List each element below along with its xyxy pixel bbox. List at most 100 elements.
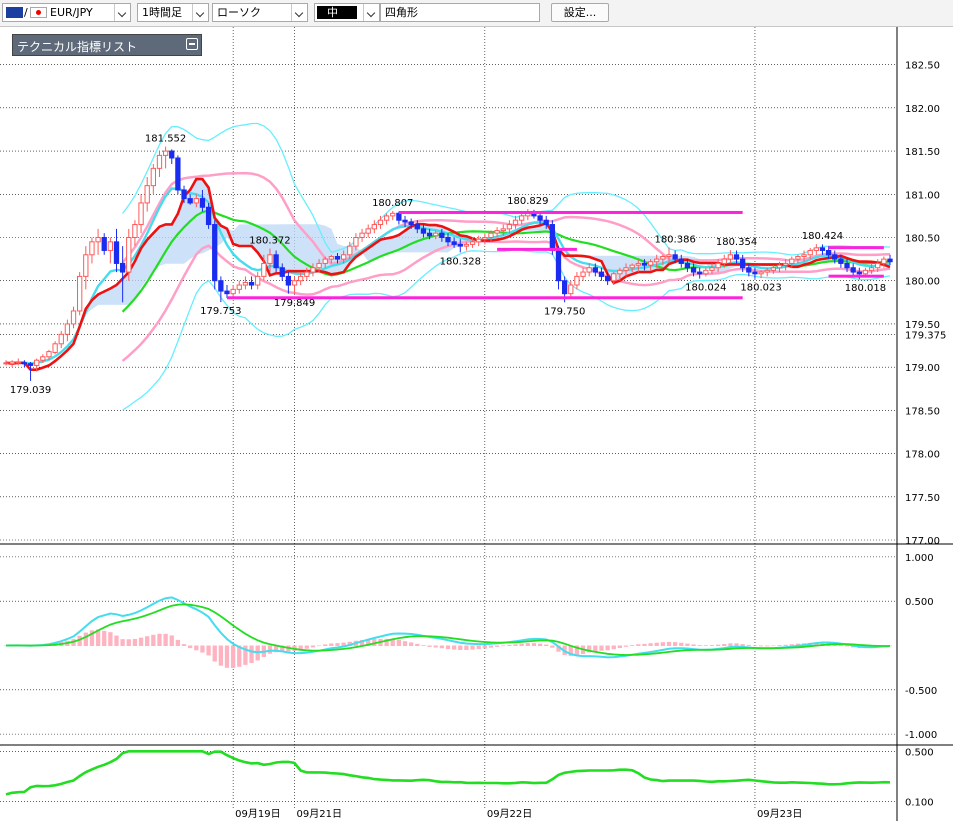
candle-body — [641, 262, 648, 266]
x-tick-label: 09月23日 — [757, 808, 802, 820]
candle-body — [138, 202, 144, 226]
chevron-down-icon[interactable] — [291, 4, 307, 21]
candle-body — [291, 280, 298, 286]
candle-body — [604, 275, 611, 282]
candle-body — [445, 237, 451, 243]
macd-histogram-bar — [402, 641, 408, 646]
candle-body — [868, 267, 875, 271]
candle-body — [390, 212, 396, 217]
candle-body — [46, 351, 52, 358]
candle-body — [144, 185, 150, 204]
price-annotation: 179.039 — [10, 385, 51, 396]
chevron-down-icon[interactable] — [192, 4, 208, 21]
chevron-down-icon[interactable] — [363, 4, 379, 21]
macd-histogram-bar — [722, 644, 727, 646]
macd-histogram-bar — [544, 644, 549, 646]
candle — [727, 250, 734, 264]
line-weight-select[interactable]: 中 — [314, 3, 380, 22]
candle-body — [623, 267, 629, 271]
candle-body — [789, 258, 795, 264]
candle — [255, 272, 261, 290]
candle-body — [752, 271, 758, 275]
macd-histogram-bar — [433, 645, 438, 648]
candle-body — [666, 254, 672, 258]
candle-body — [721, 258, 727, 264]
candle-body — [500, 228, 506, 232]
macd-histogram-bar — [765, 645, 770, 647]
candle-body — [322, 258, 328, 264]
candle — [365, 224, 371, 238]
macd-histogram-bar — [102, 630, 107, 646]
candle-body — [813, 247, 819, 251]
macd-histogram-bar — [605, 645, 610, 651]
candle-body — [273, 254, 279, 269]
macd-histogram-bar — [550, 645, 555, 648]
candle-body — [77, 275, 83, 312]
candle-body — [439, 232, 445, 239]
y-tick-label: 180.00 — [905, 277, 940, 288]
macd-histogram-bar — [316, 645, 322, 647]
candle-body — [371, 224, 377, 230]
macd-histogram-bar — [771, 645, 776, 647]
chart-style-select[interactable]: ローソク — [212, 3, 308, 22]
chevron-down-icon[interactable] — [114, 4, 130, 21]
candle-body — [132, 224, 138, 239]
candle — [697, 267, 703, 279]
macd-histogram-bar — [200, 645, 205, 653]
chart-canvas[interactable]: 181.552 179.039 179.753 180.372 179.849 180.8… — [0, 27, 953, 821]
price-annotation: 180.372 — [249, 236, 290, 247]
macd-histogram-bar — [188, 645, 193, 649]
price-axis: 182.50 182.00 181.50 181.00 180.50 180.00 179.… — [905, 61, 946, 809]
macd-histogram-bar — [108, 632, 113, 646]
macd-histogram-bar — [230, 645, 236, 668]
drawing-tool-field[interactable]: 四角形 — [380, 3, 540, 22]
macd-histogram-bar — [157, 633, 162, 646]
price-annotation: 180.386 — [654, 234, 695, 245]
timeframe-select[interactable]: 1時間足 — [137, 3, 209, 22]
macd-histogram-bar — [617, 645, 623, 648]
candle — [169, 149, 175, 165]
x-tick-label: 09月22日 — [487, 808, 532, 820]
candle-body — [519, 215, 525, 221]
technical-indicator-panel[interactable]: テクニカル指標リスト — [12, 34, 202, 56]
candle-body — [230, 288, 236, 295]
candle — [248, 276, 255, 290]
y-tick-label: 181.50 — [905, 147, 940, 158]
candle-body — [193, 198, 199, 204]
macd-histogram-bar — [488, 645, 494, 648]
minimize-icon[interactable] — [186, 38, 198, 50]
macd-histogram-bar — [636, 644, 641, 646]
candle — [9, 360, 15, 368]
candle — [175, 155, 181, 195]
candle — [52, 341, 58, 355]
price-annotation: 180.328 — [440, 256, 481, 267]
candle-body — [555, 249, 562, 282]
settings-button[interactable]: 設定... — [551, 3, 609, 22]
candle-body — [175, 157, 181, 191]
macd-histogram-bar — [138, 637, 144, 646]
candle-body — [733, 254, 740, 260]
macd-histogram-bar — [218, 645, 224, 666]
macd-histogram-bar — [181, 644, 187, 646]
macd-histogram-bar — [838, 644, 844, 646]
candle-body — [199, 198, 206, 208]
candle — [107, 237, 114, 264]
macd-histogram-bar — [740, 644, 745, 646]
candle-body — [181, 189, 187, 200]
candle — [83, 246, 89, 290]
macd-histogram-bar — [151, 634, 156, 646]
candle-body — [647, 261, 654, 266]
candle — [162, 146, 169, 169]
macd-histogram-bar — [470, 645, 475, 650]
candle-body — [690, 267, 697, 273]
candle — [703, 267, 709, 277]
macd-histogram-bar — [114, 635, 119, 646]
symbol-select[interactable]: / EUR/JPY — [2, 3, 131, 22]
macd-histogram-bar — [685, 643, 690, 646]
candle-body — [684, 262, 691, 269]
candle — [3, 360, 9, 366]
macd-histogram-bar — [329, 643, 334, 646]
macd-histogram-bar — [194, 645, 199, 651]
candle-body — [27, 363, 34, 366]
bollinger-lower-2 — [122, 248, 891, 411]
